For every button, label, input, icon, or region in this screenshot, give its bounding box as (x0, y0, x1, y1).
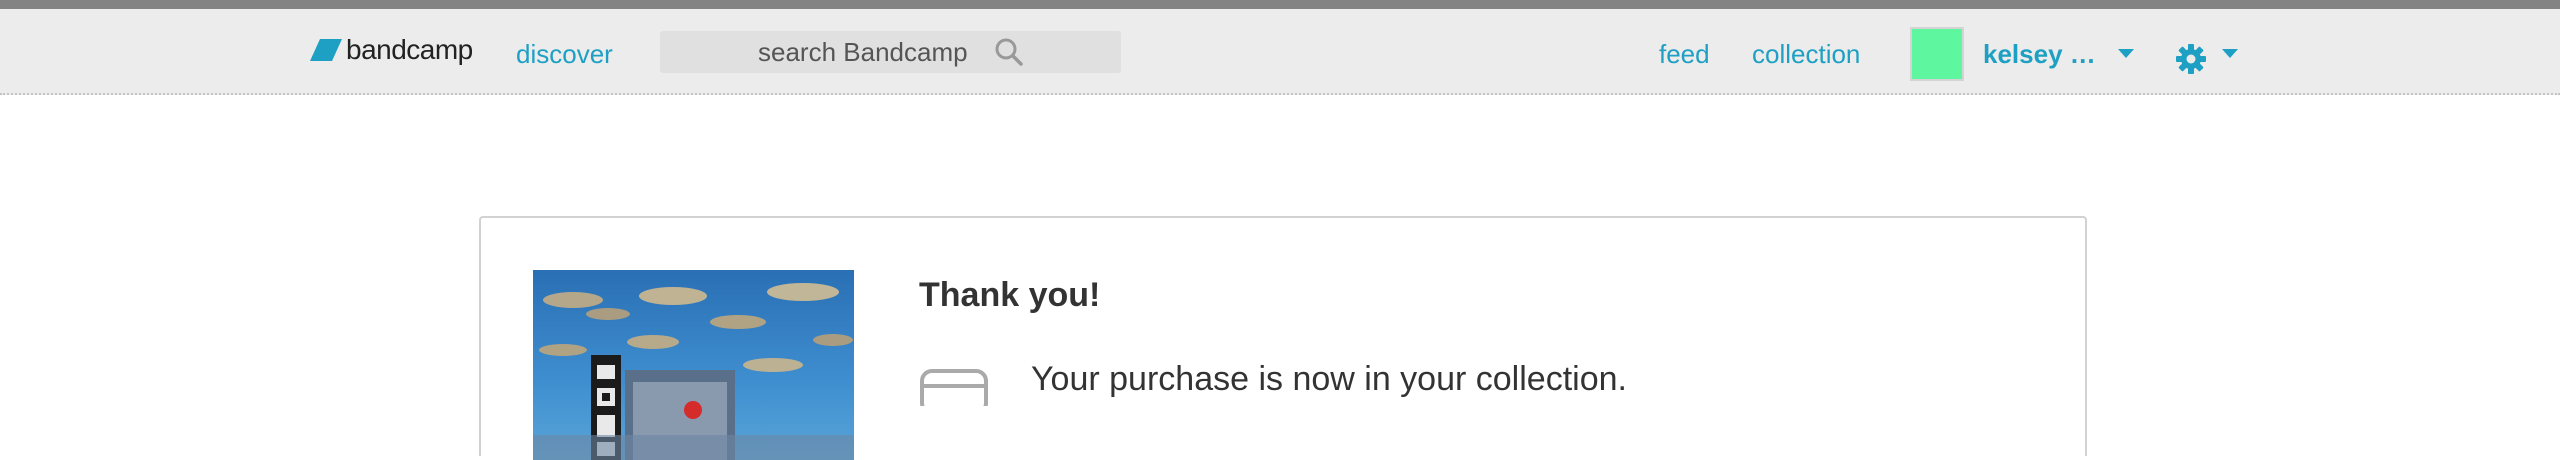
confirmation-message: Your purchase is now in your collection. (1031, 360, 1627, 398)
album-art[interactable] (533, 270, 854, 460)
gear-icon[interactable] (2175, 43, 2207, 75)
discover-link[interactable]: discover (516, 41, 613, 67)
bandcamp-logo-icon (310, 39, 342, 61)
collection-icon (920, 369, 988, 406)
search-icon[interactable] (994, 37, 1024, 67)
collection-link[interactable]: collection (1752, 41, 1860, 67)
album-art-image (533, 270, 854, 460)
header-bar: bandcamp discover search Bandcamp feed c… (0, 9, 2560, 95)
logo-text: bandcamp (346, 34, 473, 65)
feed-link[interactable]: feed (1659, 41, 1710, 67)
top-strip (0, 0, 2560, 9)
settings-chevron-down-icon[interactable] (2222, 49, 2238, 58)
search-placeholder: search Bandcamp (758, 36, 968, 67)
bandcamp-logo[interactable]: bandcamp (310, 34, 473, 65)
purchase-confirmation-card: Thank you! Your purchase is now in your … (479, 216, 2087, 460)
user-menu-name[interactable]: kelsey … (1983, 41, 2096, 67)
avatar[interactable] (1910, 27, 1964, 81)
confirmation-title: Thank you! (919, 276, 1101, 314)
search-input[interactable]: search Bandcamp (660, 31, 1121, 73)
user-menu-chevron-down-icon[interactable] (2118, 49, 2134, 58)
